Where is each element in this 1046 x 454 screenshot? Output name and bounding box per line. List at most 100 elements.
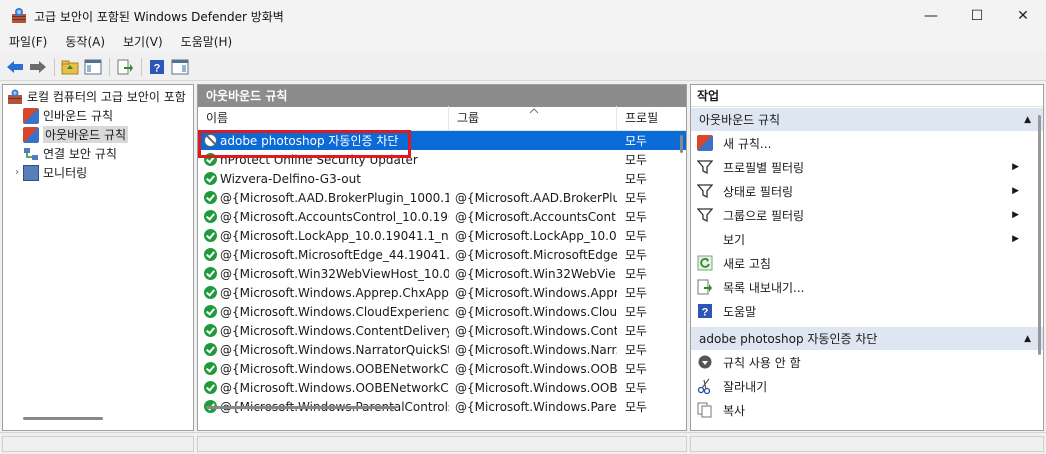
cell-profile: 모두: [625, 153, 648, 167]
back-button[interactable]: [4, 56, 26, 78]
action-view[interactable]: 보기 ▶: [691, 227, 1043, 251]
expand-chevron-icon[interactable]: ›: [11, 167, 23, 178]
horizontal-scrollbar[interactable]: [23, 417, 103, 420]
disable-rule-icon: [697, 354, 713, 370]
column-header-group[interactable]: 그룹: [449, 106, 617, 130]
action-new-rule[interactable]: 새 규칙...: [691, 131, 1043, 155]
table-row[interactable]: Wizvera-Delfino-G3-out 모두: [198, 169, 686, 188]
action-label: 프로필별 필터링: [723, 160, 805, 175]
action-filter-by-state[interactable]: 상태로 필터링 ▶: [691, 179, 1043, 203]
monitoring-icon: [23, 164, 39, 181]
export-list-button[interactable]: [114, 56, 136, 78]
table-row[interactable]: nProtect Online Security Updater 모두: [198, 150, 686, 169]
table-row[interactable]: @{Microsoft.Windows.OOBENetworkCa... @{Mi…: [198, 359, 686, 378]
actions-section-selected-rule[interactable]: adobe photoshop 자동인증 차단 ▲: [691, 327, 1043, 350]
actions-header: 작업: [691, 85, 1043, 107]
rule-name: @{Microsoft.Win32WebViewHost_10.0....: [220, 266, 449, 281]
connection-security-icon: [23, 146, 39, 162]
collapse-up-icon[interactable]: ▲: [1024, 115, 1031, 125]
cell-profile: 모두: [625, 134, 648, 148]
forward-arrow-icon: [30, 60, 46, 73]
cell-group: @{Microsoft.LockApp_10.0....: [455, 228, 617, 243]
table-row[interactable]: @{Microsoft.Windows.Apprep.ChxApp_... @{M…: [198, 283, 686, 302]
scissors-icon: [697, 378, 713, 395]
outbound-rules-icon: [23, 126, 39, 143]
tree-item-monitoring[interactable]: › 모니터링: [3, 163, 193, 182]
action-filter-by-group[interactable]: 그룹으로 필터링 ▶: [691, 203, 1043, 227]
table-row[interactable]: @{Microsoft.Win32WebViewHost_10.0.... @{M…: [198, 264, 686, 283]
tree-item-outbound-rules[interactable]: 아웃바운드 규칙: [3, 125, 193, 144]
cell-group: @{Microsoft.AccountsCont...: [455, 209, 617, 224]
actions-section-outbound[interactable]: 아웃바운드 규칙 ▲: [691, 108, 1043, 131]
up-folder-button[interactable]: [59, 56, 81, 78]
menu-action[interactable]: 동작(A): [56, 32, 114, 52]
table-row[interactable]: @{Microsoft.Windows.CloudExperience... @{…: [198, 302, 686, 321]
horizontal-scrollbar[interactable]: [206, 406, 396, 409]
menu-view[interactable]: 보기(V): [114, 32, 172, 52]
menu-file[interactable]: 파일(F): [0, 32, 56, 52]
tree-root[interactable]: 로컬 컴퓨터의 고급 보안이 포함: [3, 87, 193, 106]
action-cut[interactable]: 잘라내기: [691, 374, 1043, 398]
tree-item-connection-security-rules[interactable]: 연결 보안 규칙: [3, 144, 193, 163]
enabled-rule-icon: [204, 229, 217, 242]
action-label: 목록 내보내기...: [723, 280, 805, 295]
column-header-name[interactable]: 이름: [198, 106, 449, 130]
cell-name: @{Microsoft.Windows.NarratorQuickSta...: [198, 343, 449, 357]
console-tree-icon: [84, 59, 102, 74]
enabled-rule-icon: [204, 343, 217, 356]
cell-name: @{Microsoft.Windows.Apprep.ChxApp_...: [198, 286, 449, 300]
close-button[interactable]: ✕: [1000, 0, 1046, 32]
enabled-rule-icon: [204, 305, 217, 318]
minimize-button[interactable]: —: [908, 0, 954, 32]
vertical-scrollbar[interactable]: [1038, 115, 1041, 355]
tree-item-label: 연결 보안 규칙: [43, 147, 117, 161]
status-bar: [0, 432, 1046, 454]
collapse-up-icon[interactable]: ▲: [1024, 334, 1031, 344]
action-label: 상태로 필터링: [723, 184, 794, 199]
tree-item-label: 인바운드 규칙: [43, 109, 114, 123]
enabled-rule-icon: [204, 381, 217, 394]
action-disable-rule[interactable]: 규칙 사용 안 함: [691, 350, 1043, 374]
toolbar-separator: [141, 57, 142, 76]
show-hide-tree-button[interactable]: [82, 56, 104, 78]
filter-icon: [696, 207, 714, 223]
action-filter-by-profile[interactable]: 프로필별 필터링 ▶: [691, 155, 1043, 179]
rule-name: adobe photoshop 자동인증 차단: [220, 134, 399, 148]
cell-group: @{Microsoft.Windows.Cont...: [455, 323, 617, 338]
menu-help[interactable]: 도움말(H): [172, 32, 242, 52]
action-help[interactable]: ? 도움말: [691, 299, 1043, 323]
title-bar: 고급 보안이 포함된 Windows Defender 방화벽 — ☐ ✕: [0, 0, 1046, 32]
cell-group: @{Microsoft.AAD.BrokerPlu...: [455, 190, 617, 205]
rule-name: @{Microsoft.Windows.OOBENetworkCa...: [220, 361, 449, 376]
cell-name: @{Microsoft.Win32WebViewHost_10.0....: [198, 267, 449, 281]
cell-profile: 모두: [625, 172, 648, 186]
help-button[interactable]: ?: [146, 56, 168, 78]
window-title: 고급 보안이 포함된 Windows Defender 방화벽: [34, 9, 284, 24]
table-row[interactable]: @{Microsoft.AAD.BrokerPlugin_1000.19... @…: [198, 188, 686, 207]
cell-group: @{Microsoft.Windows.OOB...: [455, 361, 617, 376]
forward-button[interactable]: [27, 56, 49, 78]
vertical-scrollbar[interactable]: [680, 135, 683, 153]
action-refresh[interactable]: 새로 고침: [691, 251, 1043, 275]
rule-name: @{Microsoft.AAD.BrokerPlugin_1000.19...: [220, 190, 449, 205]
table-row[interactable]: @{Microsoft.Windows.NarratorQuickSta... @…: [198, 340, 686, 359]
column-header-profile[interactable]: 프로필: [617, 106, 669, 130]
action-label: 보기: [723, 232, 746, 247]
table-row[interactable]: adobe photoshop 자동인증 차단 모두: [198, 131, 686, 150]
cell-name: @{Microsoft.Windows.CloudExperience...: [198, 305, 449, 319]
table-row[interactable]: @{Microsoft.MicrosoftEdge_44.19041.1....…: [198, 245, 686, 264]
table-row[interactable]: @{Microsoft.LockApp_10.0.19041.1_ne... @{…: [198, 226, 686, 245]
action-copy[interactable]: 복사: [691, 398, 1043, 422]
tree-item-inbound-rules[interactable]: 인바운드 규칙: [3, 106, 193, 125]
tree-item-label: 모니터링: [43, 166, 88, 180]
cell-profile: 모두: [625, 324, 648, 338]
show-action-pane-button[interactable]: [169, 56, 191, 78]
inbound-rules-icon: [23, 107, 39, 124]
table-row[interactable]: @{Microsoft.Windows.OOBENetworkCa... @{Mi…: [198, 378, 686, 397]
table-row[interactable]: @{Microsoft.AccountsControl_10.0.190... @…: [198, 207, 686, 226]
action-export-list[interactable]: 목록 내보내기...: [691, 275, 1043, 299]
maximize-button[interactable]: ☐: [954, 0, 1000, 32]
help-icon: ?: [697, 303, 713, 319]
cell-name: @{Microsoft.LockApp_10.0.19041.1_ne...: [198, 229, 449, 243]
table-row[interactable]: @{Microsoft.Windows.ContentDelivery... @{…: [198, 321, 686, 340]
